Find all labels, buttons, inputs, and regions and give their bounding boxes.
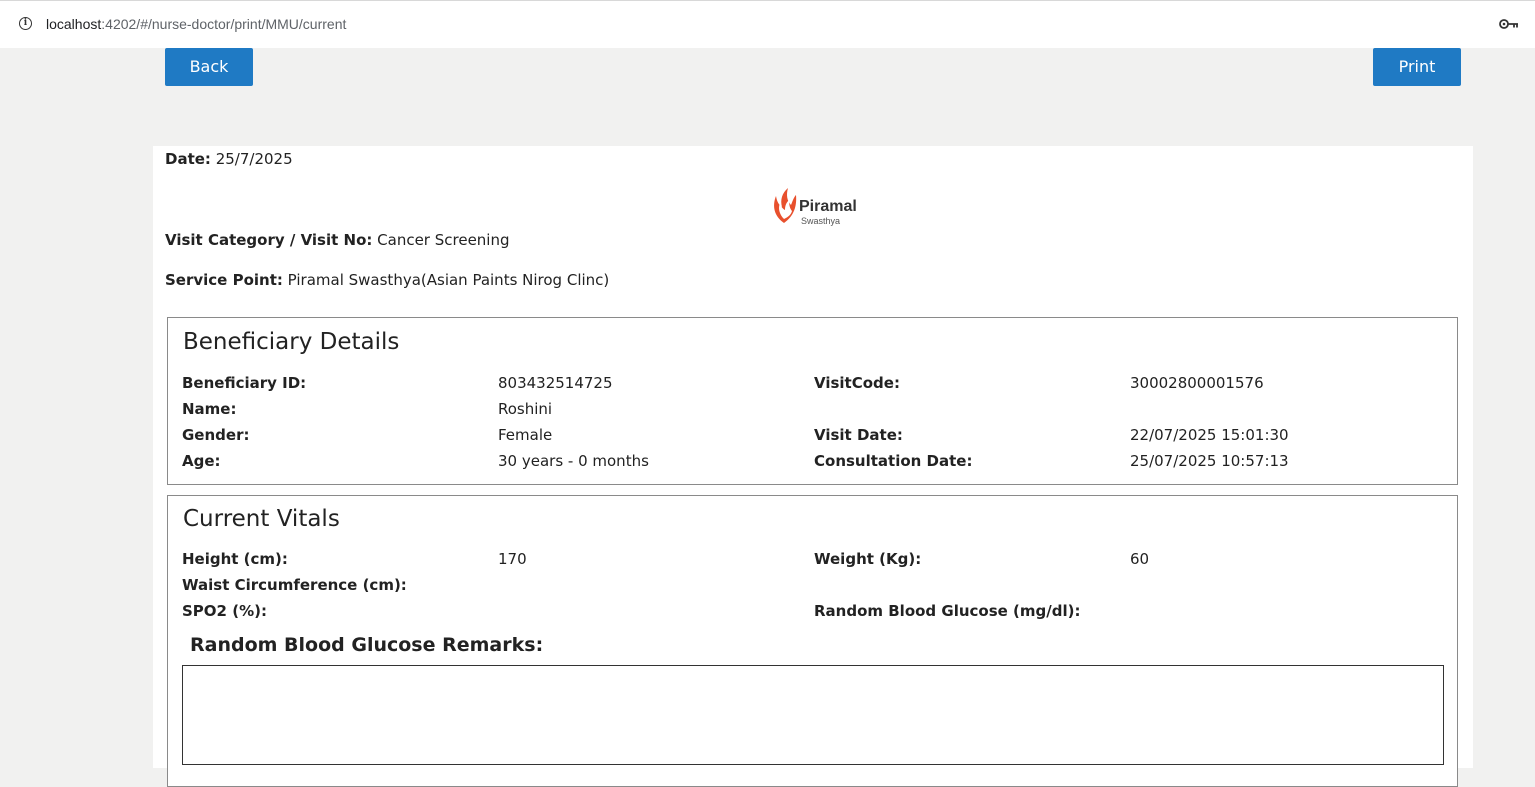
browser-address-bar[interactable]: i localhost:4202/#/nurse-doctor/print/MM… bbox=[0, 0, 1535, 48]
print-button[interactable]: Print bbox=[1373, 48, 1461, 86]
rbg-remarks-label: Random Blood Glucose Remarks: bbox=[190, 634, 544, 656]
url-host: localhost bbox=[46, 16, 102, 32]
date-label: Date: bbox=[165, 150, 211, 168]
url-text[interactable]: localhost:4202/#/nurse-doctor/print/MMU/… bbox=[46, 15, 346, 33]
beneficiary-id-label: Beneficiary ID: bbox=[182, 374, 307, 392]
date-line: Date: 25/7/2025 bbox=[165, 149, 293, 169]
beneficiary-details-title: Beneficiary Details bbox=[183, 329, 400, 355]
visitcode-value: 30002800001576 bbox=[1130, 374, 1264, 392]
site-info-icon[interactable]: i bbox=[19, 17, 32, 30]
height-value: 170 bbox=[498, 550, 527, 568]
random-blood-glucose-label: Random Blood Glucose (mg/dl): bbox=[814, 602, 1081, 620]
current-vitals-title: Current Vitals bbox=[183, 506, 340, 532]
beneficiary-id-value: 803432514725 bbox=[498, 374, 613, 392]
spo2-label: SPO2 (%): bbox=[182, 602, 267, 620]
visit-category-value: Cancer Screening bbox=[377, 231, 510, 249]
rbg-remarks-box bbox=[182, 665, 1444, 765]
consultation-date-label: Consultation Date: bbox=[814, 452, 973, 470]
weight-label: Weight (Kg): bbox=[814, 550, 922, 568]
current-vitals-section: Current Vitals Height (cm): 170 Weight (… bbox=[167, 495, 1458, 787]
waist-circumference-label: Waist Circumference (cm): bbox=[182, 576, 407, 594]
piramal-logo: Piramal Swasthya bbox=[770, 184, 870, 228]
gender-value: Female bbox=[498, 426, 553, 444]
url-path: :4202/#/nurse-doctor/print/MMU/current bbox=[101, 16, 347, 32]
logo-brand-text: Piramal bbox=[799, 198, 857, 215]
age-value: 30 years - 0 months bbox=[498, 452, 649, 470]
logo-sub-text: Swasthya bbox=[801, 216, 841, 226]
weight-value: 60 bbox=[1130, 550, 1150, 568]
print-sheet: Date: 25/7/2025 Piramal Swasthya Visit C… bbox=[153, 146, 1473, 787]
consultation-date-value: 25/07/2025 10:57:13 bbox=[1130, 452, 1289, 470]
name-value: Roshini bbox=[498, 400, 553, 418]
service-point-value: Piramal Swasthya(Asian Paints Nirog Clin… bbox=[287, 271, 610, 289]
password-key-icon[interactable] bbox=[1499, 18, 1519, 30]
service-point-line: Service Point: Piramal Swasthya(Asian Pa… bbox=[165, 270, 609, 290]
service-point-label: Service Point: bbox=[165, 271, 283, 289]
back-button[interactable]: Back bbox=[165, 48, 253, 86]
visitcode-label: VisitCode: bbox=[814, 374, 900, 392]
age-label: Age: bbox=[182, 452, 221, 470]
flame-logo-icon bbox=[774, 188, 797, 223]
visit-date-label: Visit Date: bbox=[814, 426, 903, 444]
visit-category-line: Visit Category / Visit No: Cancer Screen… bbox=[165, 230, 510, 250]
height-label: Height (cm): bbox=[182, 550, 288, 568]
name-label: Name: bbox=[182, 400, 237, 418]
visit-category-label: Visit Category / Visit No: bbox=[165, 231, 373, 249]
gender-label: Gender: bbox=[182, 426, 250, 444]
beneficiary-details-section: Beneficiary Details Beneficiary ID: 8034… bbox=[167, 317, 1458, 485]
visit-date-value: 22/07/2025 15:01:30 bbox=[1130, 426, 1289, 444]
date-value: 25/7/2025 bbox=[215, 150, 293, 168]
